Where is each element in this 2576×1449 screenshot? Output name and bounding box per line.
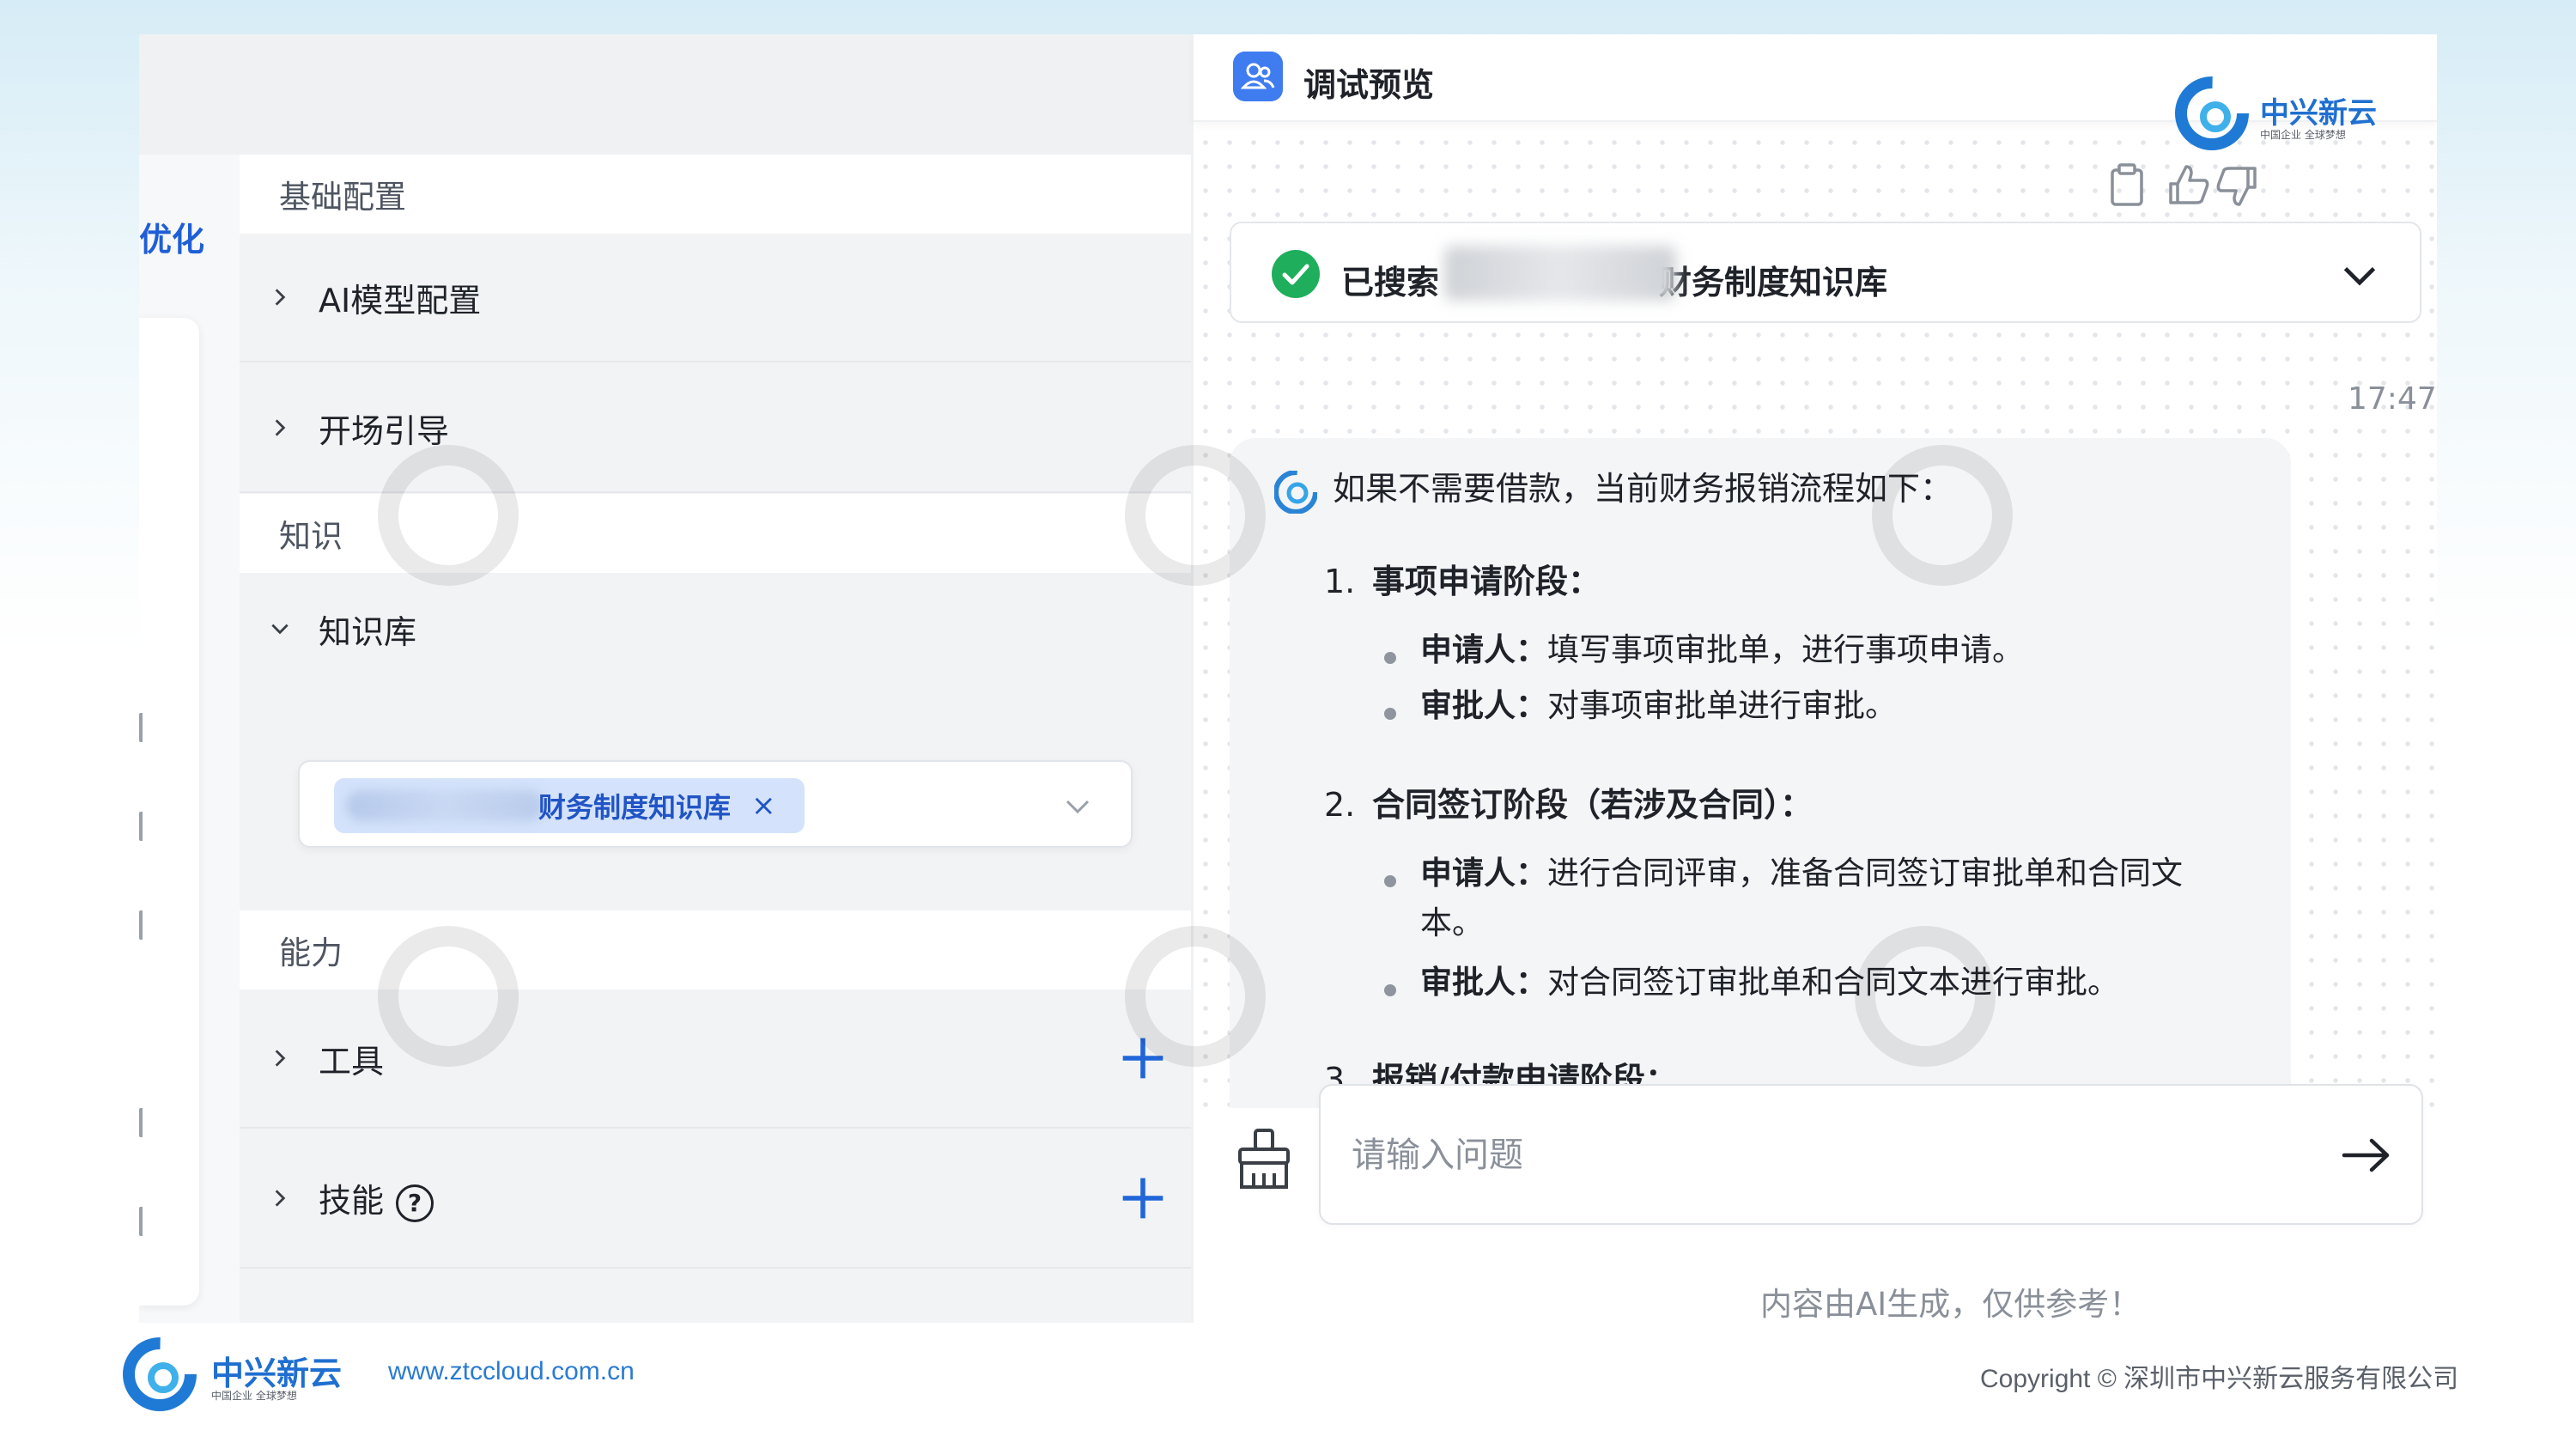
question-input-box[interactable] bbox=[1319, 1084, 2423, 1225]
bot-avatar-icon bbox=[1274, 471, 1317, 514]
plus-icon[interactable] bbox=[1119, 1174, 1167, 1222]
arrow-right-icon[interactable] bbox=[2341, 1134, 2392, 1177]
footer-copyright: Copyright © 深圳市中兴新云服务有限公司 bbox=[1980, 1365, 2459, 1393]
thumbs-down-icon[interactable] bbox=[2216, 167, 2257, 206]
redacted-text bbox=[1444, 246, 1676, 301]
bullet-dot bbox=[1384, 875, 1396, 887]
brand-name: 中兴新云 bbox=[2260, 96, 2377, 131]
step-title: 2. 合同签订阶段（若涉及合同）： bbox=[1324, 778, 1813, 825]
bullet-role: 申请人： bbox=[1420, 855, 1547, 892]
chat-title: 调试预览 bbox=[1303, 66, 1435, 104]
chevron-down-icon[interactable] bbox=[2341, 256, 2379, 294]
chevron-right-icon bbox=[275, 1050, 286, 1067]
nav-mark bbox=[139, 713, 151, 742]
list-item: 审批人：对合同签订审批单和合同文本进行审批。 bbox=[1420, 958, 2236, 1008]
section-knowledge: 知识 bbox=[240, 494, 1191, 573]
bullet-dot bbox=[1384, 652, 1396, 664]
knowledge-base-select[interactable]: 财务制度知识库 × bbox=[298, 760, 1133, 848]
redacted-text bbox=[346, 790, 544, 821]
nav-label-optimize[interactable]: 优化 bbox=[139, 213, 204, 260]
item-label: 工具 bbox=[319, 1042, 385, 1081]
chevron-right-icon bbox=[275, 289, 286, 306]
section-ability: 能力 bbox=[240, 910, 1191, 989]
users-icon bbox=[1233, 52, 1283, 101]
footer-url[interactable]: www.ztccloud.com.cn bbox=[388, 1357, 635, 1386]
nav-mark bbox=[139, 812, 151, 841]
bullet-role: 审批人： bbox=[1420, 687, 1547, 724]
bullet-dot bbox=[1384, 708, 1396, 720]
bullet-text: 填写事项审批单，进行事项申请。 bbox=[1547, 631, 2024, 668]
message-time: 17:47 bbox=[2348, 381, 2437, 417]
question-input[interactable] bbox=[1352, 1125, 2296, 1185]
app-frame: 优化 基础配置 AI模型配置 开场引导 知识 知识库 财务制度知识库 × 能力 … bbox=[139, 34, 2437, 1323]
search-suffix: 财务制度知识库 bbox=[1659, 264, 1888, 301]
close-icon[interactable]: × bbox=[751, 788, 776, 823]
answer-bubble: 如果不需要借款，当前财务报销流程如下： 1. 事项申请阶段： 申请人：填写事项审批… bbox=[1230, 438, 2291, 1108]
nav-mark bbox=[139, 1108, 151, 1137]
item-tools[interactable]: 工具 bbox=[240, 989, 1191, 1129]
bullet-text: 对事项审批单进行审批。 bbox=[1547, 687, 1897, 724]
footer-brand-slogan: 中国企业 全球梦想 bbox=[211, 1390, 297, 1402]
check-circle-icon bbox=[1272, 250, 1320, 298]
left-topbar bbox=[139, 34, 1191, 155]
kb-tag: 财务制度知识库 × bbox=[334, 778, 805, 833]
nav-mark bbox=[139, 910, 151, 940]
nav-mark bbox=[139, 1207, 151, 1236]
bullet-text: 对合同签订审批单和合同文本进行审批。 bbox=[1547, 964, 2119, 1001]
search-result-bar[interactable]: 已搜索 财务制度知识库 bbox=[1230, 222, 2421, 323]
copy-icon[interactable] bbox=[2111, 163, 2143, 206]
kb-tag-label: 财务制度知识库 bbox=[538, 791, 732, 824]
step-title: 1. 事项申请阶段： bbox=[1324, 555, 1601, 602]
chevron-right-icon bbox=[275, 1190, 286, 1207]
plus-icon[interactable] bbox=[1119, 1034, 1167, 1082]
skills-label: 技能 bbox=[319, 1182, 385, 1221]
search-prefix: 已搜索 bbox=[1341, 264, 1440, 301]
bullet-dot bbox=[1384, 984, 1396, 996]
item-label: 技能? bbox=[319, 1174, 434, 1222]
chevron-down-icon[interactable] bbox=[1062, 791, 1093, 822]
list-item: 申请人：填写事项审批单，进行事项申请。 bbox=[1420, 625, 2236, 675]
help-icon[interactable]: ? bbox=[396, 1184, 434, 1222]
step-text: 事项申请阶段： bbox=[1372, 563, 1601, 600]
bullet-role: 审批人： bbox=[1420, 964, 1547, 1001]
answer-intro: 如果不需要借款，当前财务报销流程如下： bbox=[1333, 470, 1953, 508]
chevron-down-icon bbox=[271, 624, 289, 635]
item-opening-guide[interactable]: 开场引导 bbox=[240, 364, 1191, 493]
clear-icon[interactable] bbox=[1233, 1125, 1295, 1194]
brand-slogan: 中国企业 全球梦想 bbox=[2260, 129, 2346, 141]
list-item: 审批人：对事项审批单进行审批。 bbox=[1420, 681, 2236, 731]
step-number: 2. bbox=[1324, 786, 1356, 824]
left-nav-strip bbox=[139, 155, 240, 1323]
item-skills[interactable]: 技能? bbox=[240, 1129, 1191, 1269]
item-knowledge-base[interactable]: 知识库 bbox=[240, 573, 1191, 685]
ai-disclaimer: 内容由AI生成，仅供参考！ bbox=[1760, 1286, 2142, 1323]
item-ai-model-config[interactable]: AI模型配置 bbox=[240, 234, 1191, 362]
chevron-right-icon bbox=[275, 419, 286, 436]
item-label: 开场引导 bbox=[319, 411, 450, 450]
item-label: 知识库 bbox=[319, 612, 417, 651]
step-text: 合同签订阶段（若涉及合同）： bbox=[1372, 786, 1814, 824]
section-basic-config: 基础配置 bbox=[240, 155, 1191, 234]
bullet-role: 申请人： bbox=[1420, 631, 1547, 668]
footer-brand-name: 中兴新云 bbox=[211, 1355, 343, 1392]
list-item: 申请人：进行合同评审，准备合同签订审批单和合同文本。 bbox=[1420, 849, 2193, 948]
item-label: AI模型配置 bbox=[319, 281, 482, 320]
message-actions bbox=[2111, 163, 2257, 206]
config-panel: 基础配置 AI模型配置 开场引导 知识 知识库 财务制度知识库 × 能力 工具 bbox=[240, 155, 1191, 1323]
thumbs-up-icon[interactable] bbox=[2169, 165, 2209, 204]
step-number: 1. bbox=[1324, 563, 1356, 600]
